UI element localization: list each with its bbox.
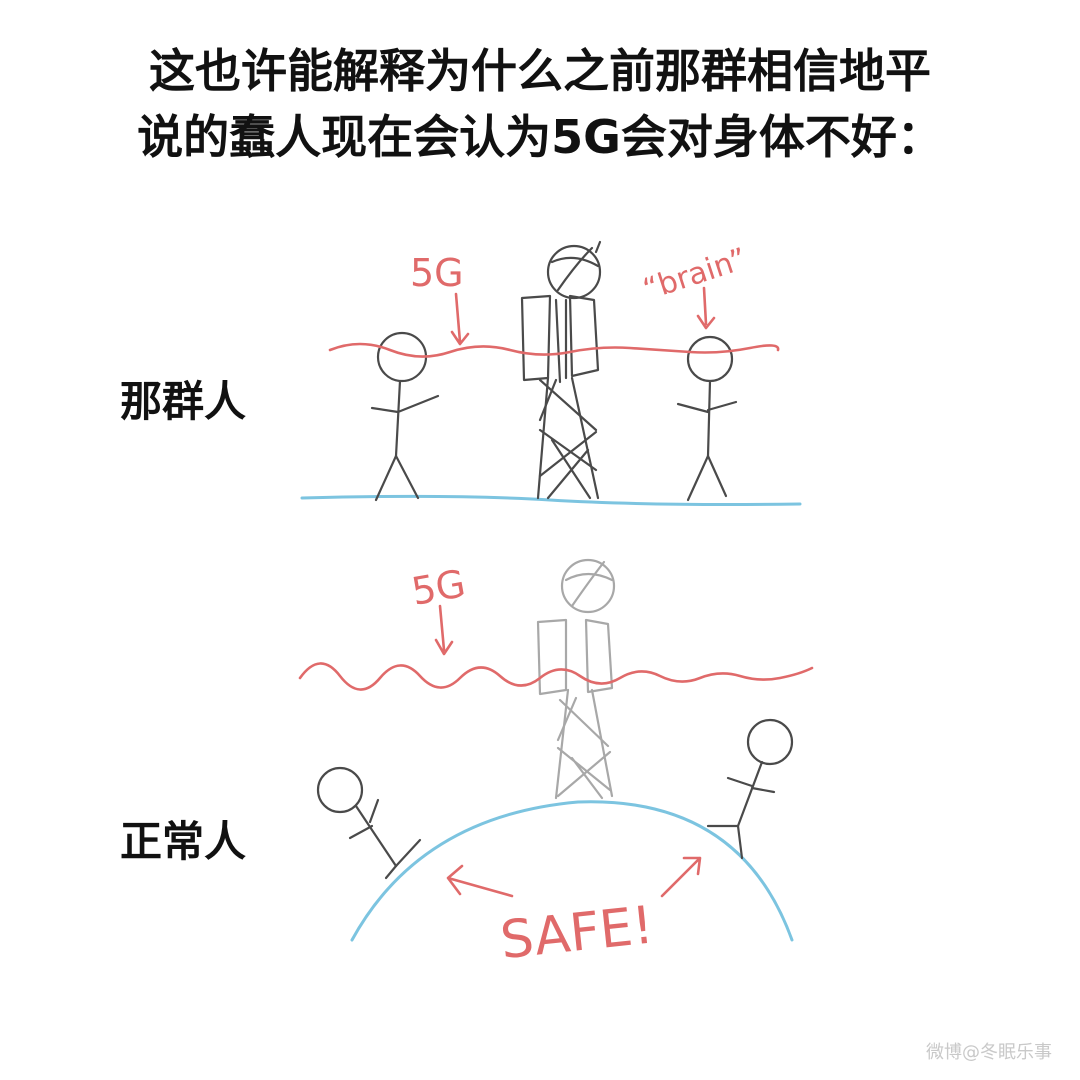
- bottom-5g-arrow: [434, 604, 454, 656]
- top-5g-wave: [328, 342, 780, 358]
- top-tower: [520, 240, 602, 500]
- top-panel: 5G “brain”: [300, 240, 802, 506]
- sketch-illustration: 5G “brain” 5G SAFE!: [298, 240, 814, 972]
- safe-left-arrow: [446, 864, 514, 898]
- bottom-5g-wave: [298, 662, 814, 691]
- top-brain-label: “brain”: [639, 242, 751, 308]
- top-stick-figure-left: [370, 331, 440, 502]
- bottom-5g-label: 5G: [408, 561, 468, 614]
- top-5g-arrow: [450, 292, 470, 346]
- bottom-panel: 5G SAFE!: [298, 558, 814, 972]
- safe-right-arrow: [660, 856, 702, 898]
- top-stick-figure-right: [676, 335, 738, 502]
- bottom-stick-figure-left: [316, 766, 422, 880]
- top-brain-arrow: [696, 286, 716, 330]
- watermark: 微博@冬眠乐事: [926, 1042, 1052, 1063]
- bottom-tower: [536, 558, 616, 800]
- top-5g-label: 5G: [410, 251, 464, 295]
- safe-label: SAFE!: [498, 896, 657, 972]
